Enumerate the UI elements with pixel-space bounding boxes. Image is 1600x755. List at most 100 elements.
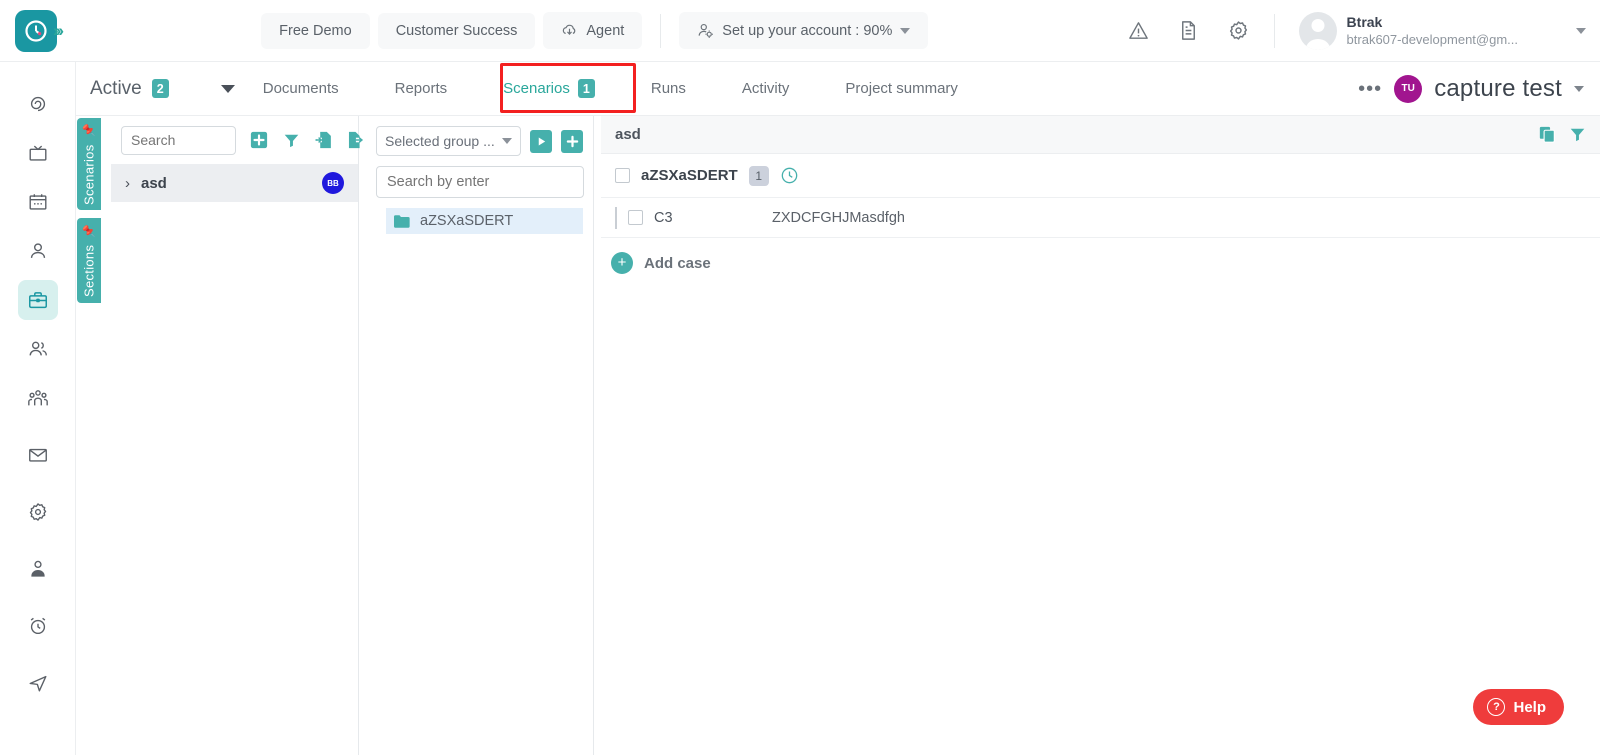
case-group-name: aZSXaSDERT xyxy=(641,167,738,184)
filter-icon[interactable] xyxy=(283,132,300,149)
case-checkbox[interactable] xyxy=(628,210,643,225)
cases-panel: asd aZSXaSDERT 1 xyxy=(601,116,1600,755)
warning-triangle-icon[interactable] xyxy=(1114,8,1164,54)
export-icon[interactable] xyxy=(347,131,364,149)
search-input[interactable] xyxy=(121,126,236,155)
active-filter-label: Active xyxy=(90,78,142,100)
filter-icon[interactable] xyxy=(1569,126,1586,143)
tabbar-right: ••• TU capture test xyxy=(1358,75,1600,103)
left-rail xyxy=(0,62,76,755)
app-window: ››› Free Demo Customer Success Agent xyxy=(0,0,1600,755)
project-name[interactable]: capture test xyxy=(1434,75,1562,103)
logo-area: ››› xyxy=(0,0,76,62)
add-group-button[interactable] xyxy=(561,130,583,153)
alarm-clock-icon[interactable] xyxy=(18,606,58,646)
chevron-right-icon[interactable]: › xyxy=(125,175,130,192)
active-filter-count: 2 xyxy=(152,79,169,98)
case-group-count: 1 xyxy=(749,166,769,186)
groups-panel-toolbar: Selected group ... xyxy=(366,126,593,156)
spiral-icon[interactable] xyxy=(18,84,58,124)
clock-logo-icon[interactable] xyxy=(15,10,57,52)
topbar-right: Btrak btrak607-development@gm... xyxy=(1114,8,1600,54)
gear-icon[interactable] xyxy=(1214,8,1264,54)
cases-panel-header-icons xyxy=(1539,126,1586,143)
group-list-item[interactable]: aZSXaSDERT xyxy=(386,208,583,234)
pin-icon: 📌 xyxy=(82,124,96,137)
pin-icon: 📌 xyxy=(82,224,96,237)
admin-user-icon[interactable] xyxy=(18,549,58,589)
import-icon[interactable] xyxy=(315,131,332,149)
user-icon[interactable] xyxy=(18,231,58,271)
topbar-center: Free Demo Customer Success Agent xyxy=(76,12,1114,49)
account-menu[interactable]: Btrak btrak607-development@gm... xyxy=(1285,12,1586,50)
free-demo-button[interactable]: Free Demo xyxy=(261,13,370,49)
tab-scenarios[interactable]: Scenarios 1 xyxy=(475,62,623,116)
chevron-down-icon xyxy=(1576,28,1586,34)
add-case-label: Add case xyxy=(644,255,711,272)
divider xyxy=(660,14,661,48)
calendar-icon[interactable] xyxy=(18,182,58,222)
tab-scenarios-badge: 1 xyxy=(578,79,595,98)
question-circle-icon: ? xyxy=(1487,698,1505,716)
side-tab-sections-label: Sections xyxy=(82,245,97,297)
case-group-row[interactable]: aZSXaSDERT 1 xyxy=(601,154,1600,198)
cases-panel-title: asd xyxy=(615,126,1539,143)
document-icon[interactable] xyxy=(1164,8,1214,54)
agent-label: Agent xyxy=(586,23,624,39)
table-row[interactable]: C3 ZXDCFGHJMasdfgh xyxy=(601,198,1600,238)
scenarios-panel-toolbar xyxy=(111,116,358,164)
selected-group-label: Selected group ... xyxy=(385,133,495,149)
add-case-button[interactable]: + Add case xyxy=(601,238,1600,274)
chevrons-right-icon[interactable]: ››› xyxy=(53,21,61,41)
scenario-tree-label: asd xyxy=(141,175,311,192)
tab-runs[interactable]: Runs xyxy=(623,62,714,116)
tab-reports[interactable]: Reports xyxy=(367,62,476,116)
tab-runs-label: Runs xyxy=(651,80,686,97)
folder-icon xyxy=(394,215,410,228)
tv-icon[interactable] xyxy=(18,133,58,173)
help-label: Help xyxy=(1513,699,1546,716)
group-icon[interactable] xyxy=(18,378,58,418)
active-filter-selector[interactable]: Active 2 xyxy=(76,78,235,100)
chevron-down-icon[interactable] xyxy=(1574,86,1584,92)
briefcase-icon[interactable] xyxy=(18,280,58,320)
run-group-button[interactable] xyxy=(530,130,552,153)
account-name: Btrak xyxy=(1347,14,1518,31)
agent-button[interactable]: Agent xyxy=(543,12,642,49)
help-button[interactable]: ? Help xyxy=(1473,689,1564,725)
side-tab-scenarios[interactable]: Scenarios 📌 xyxy=(77,118,101,210)
side-tab-sections[interactable]: Sections 📌 xyxy=(77,218,101,303)
send-icon[interactable] xyxy=(18,663,58,703)
clock-icon[interactable] xyxy=(780,166,799,185)
more-options-icon[interactable]: ••• xyxy=(1358,84,1382,94)
users-icon[interactable] xyxy=(18,329,58,369)
tab-documents[interactable]: Documents xyxy=(235,62,367,116)
tab-project-summary[interactable]: Project summary xyxy=(817,62,986,116)
account-email: btrak607-development@gm... xyxy=(1347,31,1518,48)
settings-icon[interactable] xyxy=(18,492,58,532)
setup-account-button[interactable]: Set up your account : 90% xyxy=(679,12,928,49)
setup-account-label: Set up your account : 90% xyxy=(722,23,892,39)
scenario-tree-row[interactable]: › asd BB xyxy=(111,164,358,202)
chevron-down-icon xyxy=(900,28,910,34)
case-title: ZXDCFGHJMasdfgh xyxy=(772,210,905,226)
chevron-down-icon[interactable] xyxy=(221,85,235,93)
mail-icon[interactable] xyxy=(18,435,58,475)
side-tab-scenarios-label: Scenarios xyxy=(82,144,97,205)
tab-reports-label: Reports xyxy=(395,80,448,97)
group-search-input[interactable] xyxy=(376,166,584,198)
cases-panel-header: asd xyxy=(601,116,1600,154)
add-icon[interactable] xyxy=(250,131,268,149)
chevron-down-icon xyxy=(502,138,512,144)
account-texts: Btrak btrak607-development@gm... xyxy=(1347,14,1518,48)
group-checkbox[interactable] xyxy=(615,168,630,183)
groups-panel: Selected group ... aZSXaSDERT xyxy=(366,116,594,755)
customer-success-button[interactable]: Customer Success xyxy=(378,13,536,49)
cloud-download-icon xyxy=(561,22,578,39)
tab-activity[interactable]: Activity xyxy=(714,62,818,116)
copy-icon[interactable] xyxy=(1539,126,1556,143)
avatar xyxy=(1299,12,1337,50)
selected-group-dropdown[interactable]: Selected group ... xyxy=(376,126,521,156)
scenario-owner-avatar: BB xyxy=(322,172,344,194)
group-list-item-label: aZSXaSDERT xyxy=(420,213,513,229)
